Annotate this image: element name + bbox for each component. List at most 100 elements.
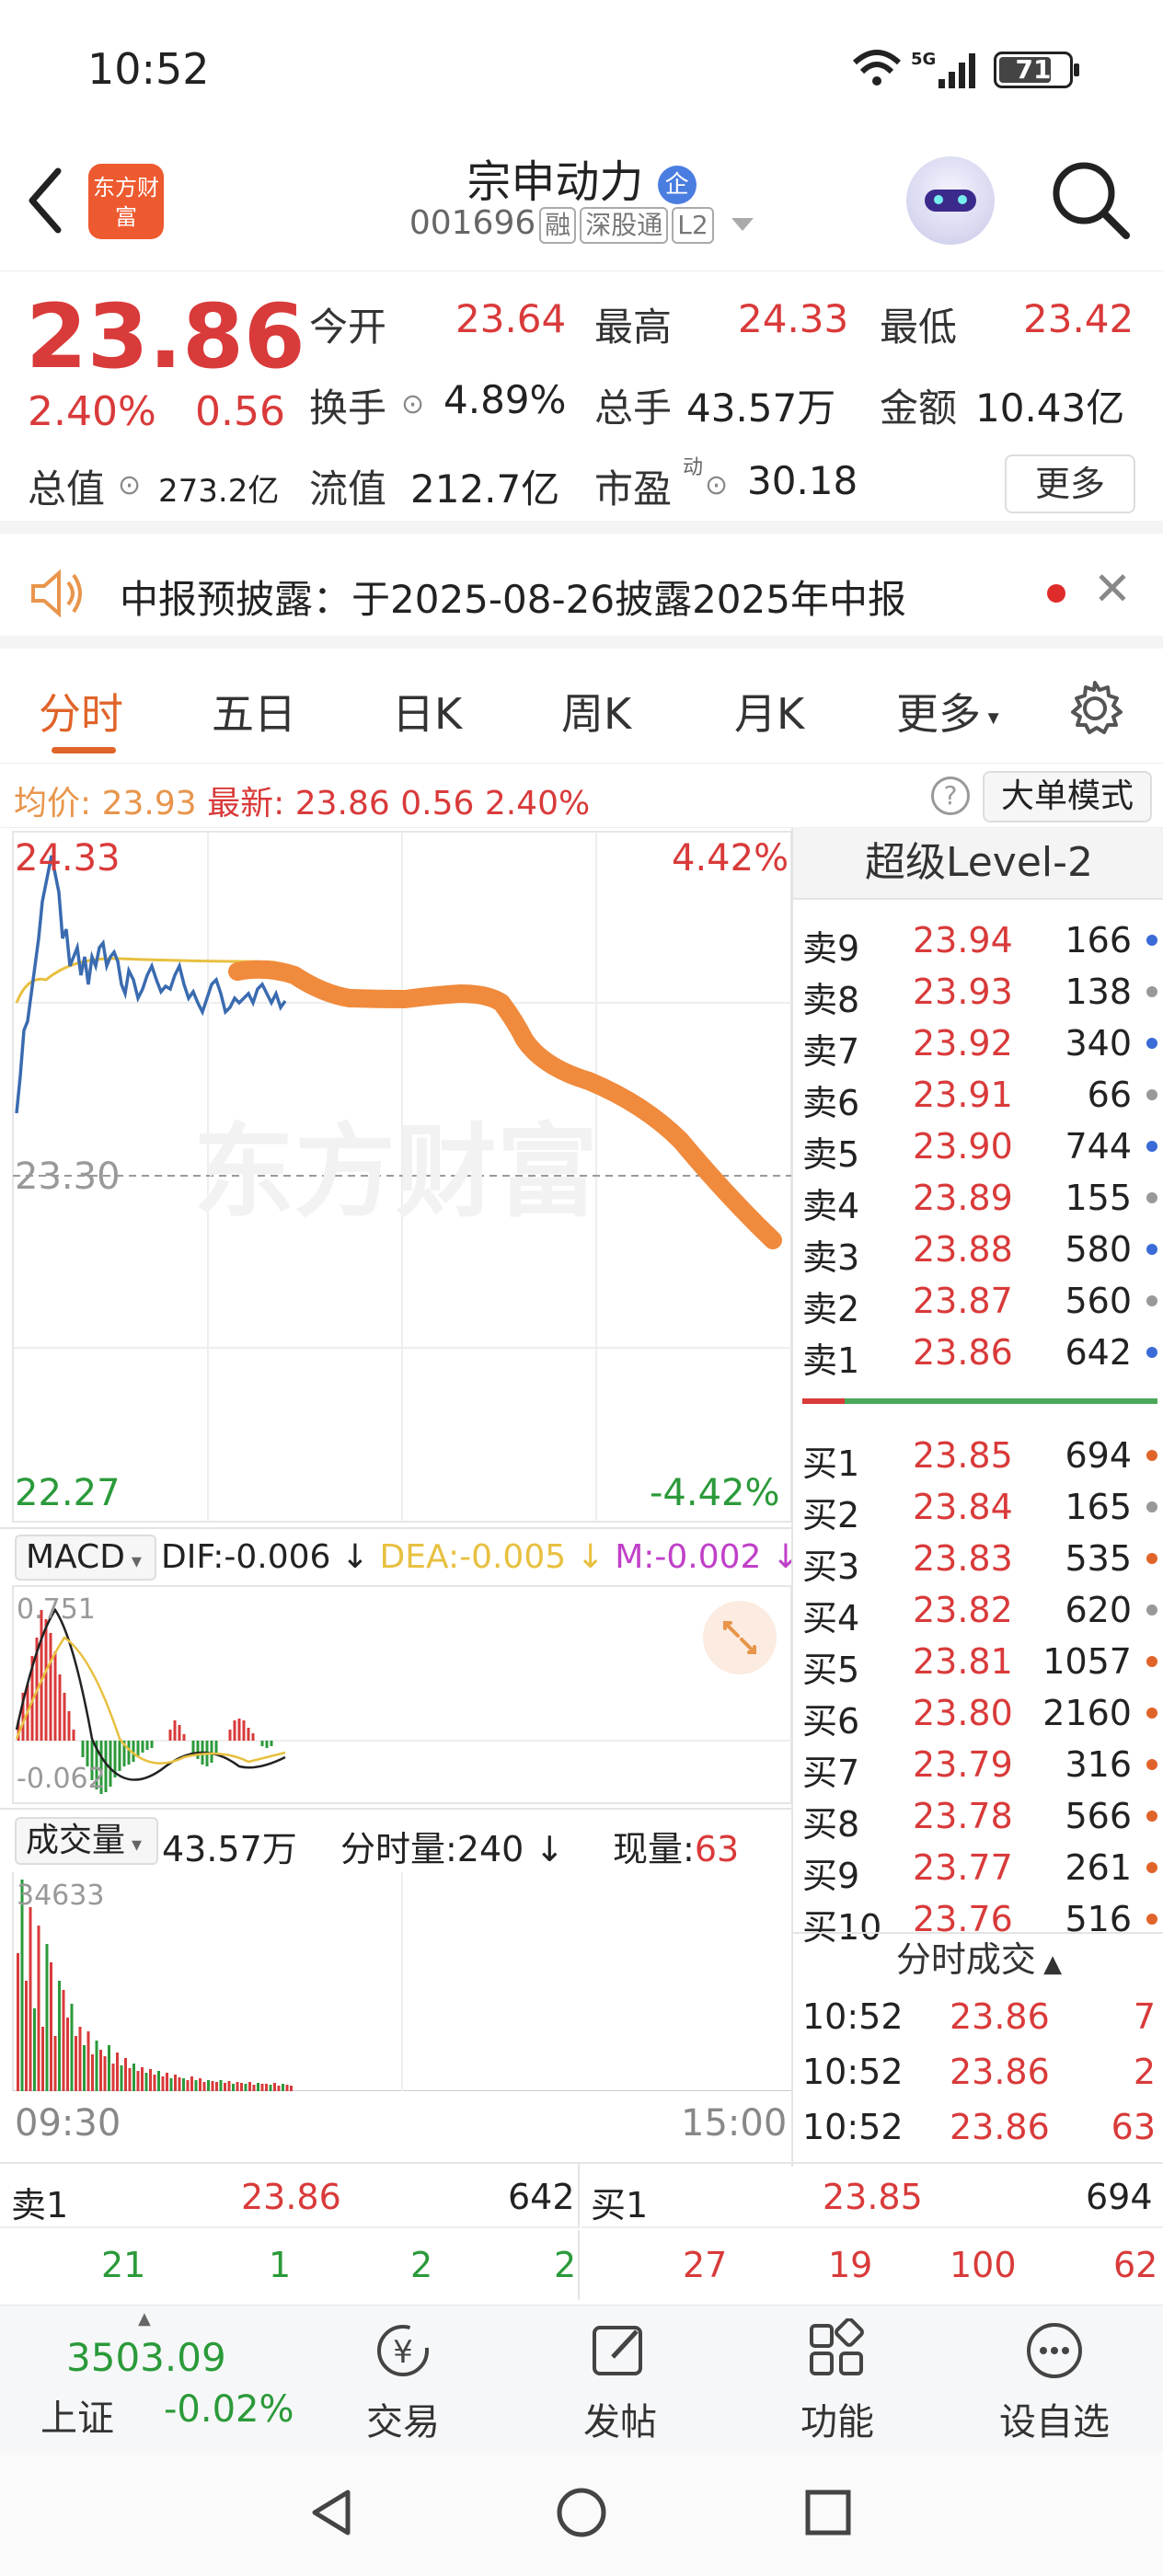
volume-bar (45, 1944, 49, 2091)
bid-volume: 165 (1065, 1487, 1132, 1527)
robot-assistant-icon[interactable] (906, 156, 995, 245)
volume-bar (269, 2085, 272, 2091)
open-label: 今开 (309, 305, 387, 350)
bottom-price-label: 22.27 (15, 1472, 121, 1514)
bottom-pct-label: -4.42% (650, 1472, 780, 1514)
turnover-label: 换手 (309, 385, 387, 431)
trade-price: 23.86 (950, 2107, 1050, 2147)
macd-header: MACD ▾ DIF:-0.006 ↓ DEA:-0.005 ↓ M:-0.00… (0, 1527, 800, 1582)
macd-top-value: 0.751 (17, 1593, 96, 1626)
info-icon[interactable]: ⊙ (401, 388, 424, 420)
macd-dea: DEA:-0.005 (379, 1538, 567, 1576)
volume-bar (211, 2081, 214, 2091)
system-home-icon[interactable] (554, 2485, 609, 2540)
index-name: 上证 (40, 2398, 114, 2440)
trade-time: 10:52 (802, 2107, 904, 2147)
bid-dot-icon (1146, 1553, 1157, 1564)
bid-volume: 261 (1065, 1847, 1132, 1888)
amount-value: 10.43亿 (975, 385, 1125, 431)
search-icon[interactable] (1049, 158, 1132, 241)
nav-functions[interactable]: 功能 (764, 2317, 911, 2445)
close-icon[interactable]: ✕ (1093, 562, 1132, 615)
ask-price: 23.86 (913, 1332, 1013, 1373)
settings-gear-icon[interactable] (1065, 679, 1124, 738)
status-bar: 10:52 5G 71 (0, 0, 1163, 138)
ask-row[interactable]: 卖6 23.91 66 (802, 1075, 1163, 1126)
system-recents-icon[interactable] (800, 2485, 856, 2540)
best-quote-summary: 卖1 23.86 642 买1 23.85 694 21 1 2 2 27 19… (0, 2162, 1163, 2300)
volume-bar (86, 2031, 90, 2091)
ask-level: 卖4 (802, 1186, 860, 1226)
bid-row[interactable]: 买7 23.79 316 (802, 1744, 1163, 1796)
bid-row[interactable]: 买8 23.78 566 (802, 1796, 1163, 1847)
volume-selector[interactable]: 成交量 ▾ (15, 1817, 158, 1865)
tick-trades-title[interactable]: 分时成交 ▲ (793, 1932, 1163, 1987)
buy-order-count: 100 (950, 2245, 1017, 2285)
change-percent: 2.40% (28, 388, 156, 435)
tab-daily-k[interactable]: 日K (392, 681, 462, 742)
bid-volume: 2160 (1042, 1693, 1132, 1733)
volume-bar (37, 1926, 40, 2091)
ask-row[interactable]: 卖2 23.87 560 (802, 1281, 1163, 1332)
bid-row[interactable]: 买2 23.84 165 (802, 1487, 1163, 1538)
macd-selector[interactable]: MACD ▾ (15, 1535, 156, 1581)
macd-chart[interactable]: 0.751 -0.062 (0, 1582, 791, 1808)
tab-weekly-k[interactable]: 周K (561, 681, 631, 742)
index-ticker[interactable]: ▲ 3503.09 上证 -0.02% (0, 2306, 331, 2453)
trade-volume: 63 (1111, 2107, 1156, 2147)
bid-row[interactable]: 买6 23.80 2160 (802, 1693, 1163, 1744)
more-button[interactable]: 更多 (1005, 454, 1135, 513)
volume-bar (260, 2084, 264, 2091)
tab-intraday[interactable]: 分时 (39, 681, 123, 742)
bid-row[interactable]: 买1 23.85 694 (802, 1435, 1163, 1487)
ask-row[interactable]: 卖8 23.93 138 (802, 972, 1163, 1023)
ask-volume: 744 (1065, 1126, 1132, 1167)
ask-row[interactable]: 卖7 23.92 340 (802, 1023, 1163, 1075)
volume-bar (182, 2078, 185, 2091)
ask-level: 卖8 (802, 980, 860, 1020)
nav-trade[interactable]: ¥ 交易 (329, 2318, 477, 2445)
volume-bar (248, 2082, 251, 2091)
notice-bar[interactable]: 中报预披露：于2025-08-26披露2025年中报 ✕ (0, 538, 1163, 649)
info-icon[interactable]: ⊙ (705, 469, 728, 501)
ask-row[interactable]: 卖1 23.86 642 (802, 1332, 1163, 1384)
level2-title[interactable]: 超级Level-2 (793, 828, 1163, 900)
tab-monthly-k[interactable]: 月K (734, 681, 804, 742)
more-dots-icon (1027, 2323, 1082, 2378)
ask-row[interactable]: 卖9 23.94 166 (802, 920, 1163, 972)
ask-price: 23.91 (913, 1075, 1013, 1115)
info-icon[interactable]: ⊙ (118, 469, 141, 501)
nav-add-watchlist-label: 设自选 (999, 2401, 1110, 2444)
big-order-mode-button[interactable]: 大单模式 (983, 771, 1152, 822)
code-dropdown-icon[interactable] (731, 218, 754, 231)
time-end: 15:00 (681, 2102, 788, 2145)
bid-row[interactable]: 买5 23.81 1057 (802, 1641, 1163, 1693)
tab-more[interactable]: 更多 ▾ (896, 681, 999, 742)
bid-price: 23.81 (913, 1641, 1013, 1682)
system-back-icon[interactable] (304, 2485, 359, 2540)
bid-row[interactable]: 买4 23.82 620 (802, 1590, 1163, 1641)
bid-price: 23.78 (913, 1796, 1013, 1836)
tab-five-day[interactable]: 五日 (212, 681, 296, 742)
ask-row[interactable]: 卖5 23.90 744 (802, 1126, 1163, 1178)
level2-panel: 超级Level-2 卖9 23.94 166 卖8 23.93 138 卖7 23.92 340… (791, 828, 1163, 2167)
system-navigation (0, 2452, 1163, 2576)
ask-row[interactable]: 卖4 23.89 155 (802, 1178, 1163, 1229)
ask-dot-icon (1146, 935, 1157, 946)
nav-post[interactable]: 发帖 (547, 2318, 694, 2445)
ask-row[interactable]: 卖3 23.88 580 (802, 1229, 1163, 1281)
current-volume-value: 63 (694, 1829, 740, 1869)
nav-add-watchlist[interactable]: 设自选 (981, 2318, 1128, 2445)
bid-row[interactable]: 买9 23.77 261 (802, 1847, 1163, 1899)
volume-bar (265, 2084, 268, 2091)
volume-bar (169, 2078, 173, 2091)
latest-label: 最新: (207, 785, 285, 822)
expand-icon[interactable] (703, 1601, 777, 1674)
intraday-chart[interactable]: 东方财富 24.33 4.42% 23.30 22.27 -4.42% (0, 828, 791, 1527)
help-icon[interactable]: ? (931, 776, 970, 815)
bid-volume: 566 (1065, 1796, 1132, 1836)
buy-order-count: 19 (828, 2245, 873, 2285)
bid-row[interactable]: 买3 23.83 535 (802, 1538, 1163, 1590)
volume-chart[interactable]: 34633 (0, 1870, 791, 2091)
float-label: 流值 (309, 466, 387, 512)
